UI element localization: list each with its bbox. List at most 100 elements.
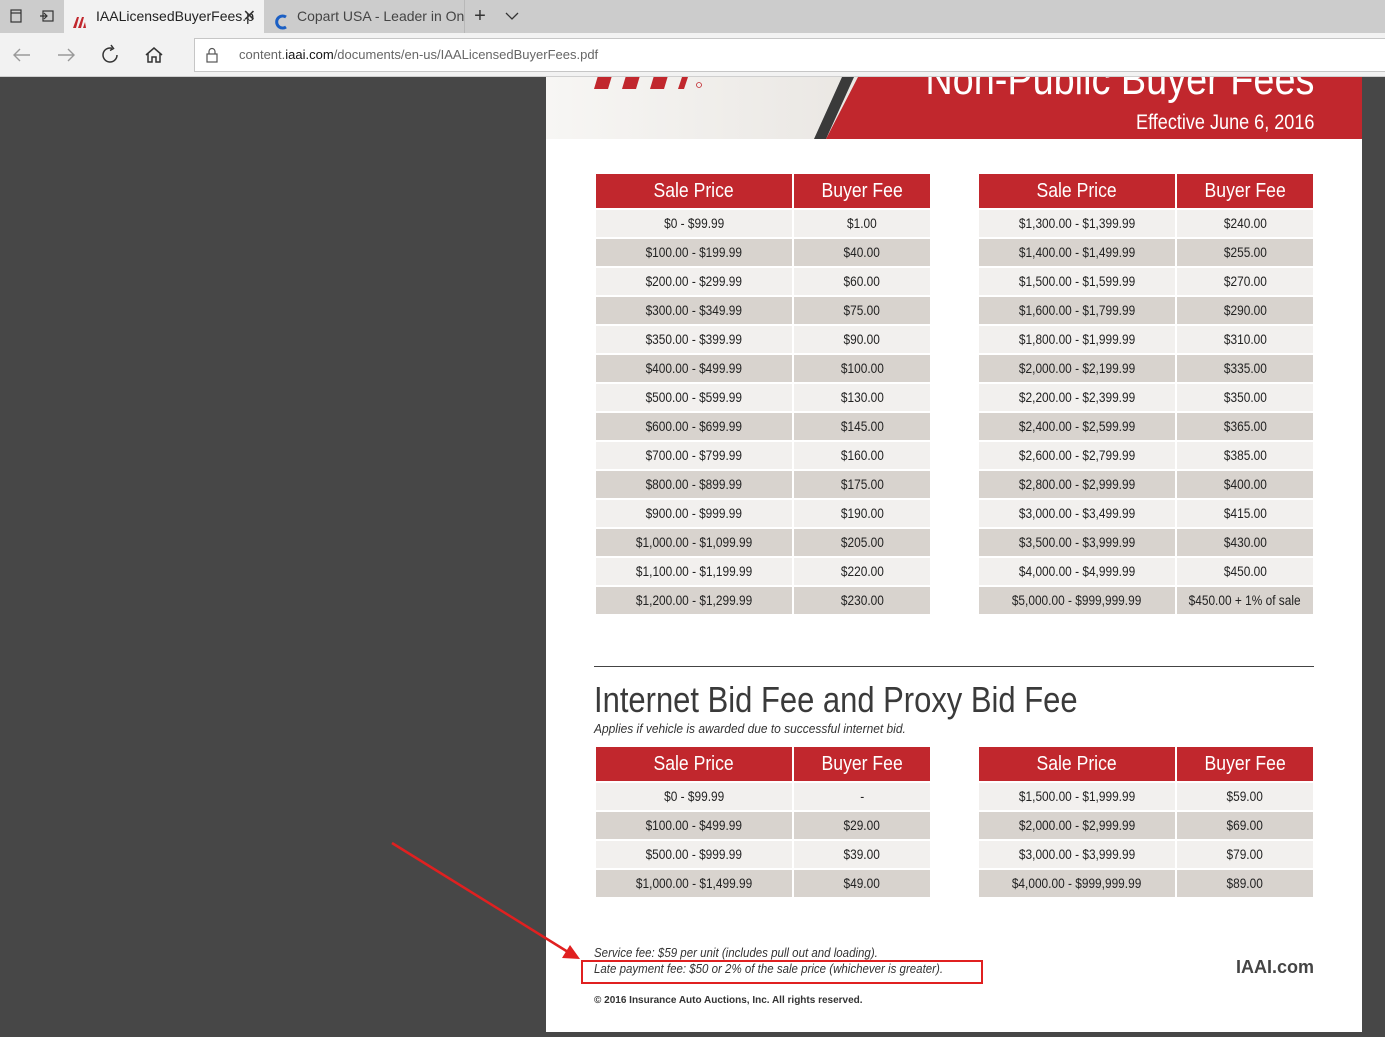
sale-price-cell: $2,400.00 - $2,599.99 (979, 413, 1175, 440)
buyer-fee-cell: $75.00 (794, 297, 930, 324)
sale-price-cell: $0 - $99.99 (596, 783, 792, 810)
table-row: $300.00 - $349.99 $75.00 (596, 297, 930, 324)
tab-copart[interactable]: Copart USA - Leader in Onli (265, 0, 464, 33)
sale-price-cell: $4,000.00 - $4,999.99 (979, 558, 1175, 585)
buyer-fee-cell: $385.00 (1177, 442, 1313, 469)
table-row: $2,800.00 - $2,999.99 $400.00 (979, 471, 1313, 498)
internet-fee-title: Internet Bid Fee and Proxy Bid Fee (594, 679, 1078, 720)
buyer-fee-cell: $205.00 (794, 529, 930, 556)
buyer-fee-cell: $230.00 (794, 587, 930, 614)
buyer-fee-cell: $145.00 (794, 413, 930, 440)
tab-manager-icon[interactable] (8, 8, 24, 24)
buyer-fee-cell: $39.00 (794, 841, 930, 868)
table-row: $600.00 - $699.99 $145.00 (596, 413, 930, 440)
tab-title: Copart USA - Leader in Onli (297, 8, 464, 24)
sale-price-cell: $2,000.00 - $2,999.99 (979, 812, 1175, 839)
pdf-page: Non-Public Buyer Fees Effective June 6, … (546, 77, 1362, 1032)
home-button[interactable] (142, 43, 166, 67)
sale-price-cell: $2,200.00 - $2,399.99 (979, 384, 1175, 411)
table-row: $100.00 - $199.99 $40.00 (596, 239, 930, 266)
table-row: $1,000.00 - $1,499.99 $49.00 (596, 870, 930, 897)
buyer-fee-cell: $400.00 (1177, 471, 1313, 498)
table-row: $5,000.00 - $999,999.99 $450.00 + 1% of s… (979, 587, 1313, 614)
url-input[interactable]: content.iaai.com/documents/en-us/IAALice… (194, 38, 1385, 72)
table-row: $0 - $99.99- (596, 783, 930, 810)
table-row: $0 - $99.99 $1.00 (596, 210, 930, 237)
back-button[interactable] (10, 43, 34, 67)
buyer-fee-cell: $335.00 (1177, 355, 1313, 382)
forward-button[interactable] (54, 43, 78, 67)
table-row: $2,600.00 - $2,799.99 $385.00 (979, 442, 1313, 469)
table-row: $350.00 - $399.99 $90.00 (596, 326, 930, 353)
pdf-viewer[interactable]: Non-Public Buyer Fees Effective June 6, … (0, 77, 1385, 1037)
buyer-fee-cell: $255.00 (1177, 239, 1313, 266)
refresh-button[interactable] (98, 43, 122, 67)
fee-banner: Non-Public Buyer Fees Effective June 6, … (546, 77, 1362, 139)
sale-price-cell: $200.00 - $299.99 (596, 268, 792, 295)
table-row: $1,500.00 - $1,999.99 $59.00 (979, 783, 1313, 810)
sale-price-cell: $1,100.00 - $1,199.99 (596, 558, 792, 585)
buyer-fee-cell: $49.00 (794, 870, 930, 897)
new-tab-button[interactable]: + (472, 6, 488, 26)
buyer-fee-cell: $175.00 (794, 471, 930, 498)
buyer-fee-cell: $60.00 (794, 268, 930, 295)
copart-favicon-icon (273, 9, 289, 30)
sale-price-cell: $1,000.00 - $1,499.99 (596, 870, 792, 897)
table-row: $800.00 - $899.99 $175.00 (596, 471, 930, 498)
table-row: $1,300.00 - $1,399.99 $240.00 (979, 210, 1313, 237)
header-sale-price: Sale Price (596, 747, 792, 781)
sale-price-cell: $300.00 - $349.99 (596, 297, 792, 324)
table-row: $2,400.00 - $2,599.99 $365.00 (979, 413, 1313, 440)
sale-price-cell: $100.00 - $199.99 (596, 239, 792, 266)
buyer-fee-cell: $415.00 (1177, 500, 1313, 527)
buyer-fee-cell: $240.00 (1177, 210, 1313, 237)
service-fee-note: Service fee: $59 per unit (includes pull… (594, 946, 878, 960)
table-row: $100.00 - $499.99 $29.00 (596, 812, 930, 839)
fee-table-left: Sale Price Buyer Fee $0 - $99.99 $1.00 $10… (594, 172, 932, 616)
table-row: $1,100.00 - $1,199.99 $220.00 (596, 558, 930, 585)
sale-price-cell: $3,500.00 - $3,999.99 (979, 529, 1175, 556)
table-row: $3,500.00 - $3,999.99 $430.00 (979, 529, 1313, 556)
tab-list-chevron-down-icon[interactable] (504, 8, 520, 24)
table-row: $500.00 - $599.99 $130.00 (596, 384, 930, 411)
header-buyer-fee: Buyer Fee (794, 747, 930, 781)
section-divider (594, 666, 1314, 667)
table-row: $1,600.00 - $1,799.99 $290.00 (979, 297, 1313, 324)
tab-separator (464, 0, 465, 33)
tab-iaa-buyer-fees[interactable]: IAALicensedBuyerFees.p ✕ (64, 0, 264, 33)
sale-price-cell: $1,600.00 - $1,799.99 (979, 297, 1175, 324)
sale-price-cell: $700.00 - $799.99 (596, 442, 792, 469)
copyright: © 2016 Insurance Auto Auctions, Inc. All… (594, 995, 863, 1006)
buyer-fee-cell: - (794, 783, 930, 810)
sale-price-cell: $600.00 - $699.99 (596, 413, 792, 440)
sale-price-cell: $1,300.00 - $1,399.99 (979, 210, 1175, 237)
header-sale-price: Sale Price (596, 174, 792, 208)
iaa-logo-icon (594, 77, 702, 89)
sale-price-cell: $1,000.00 - $1,099.99 (596, 529, 792, 556)
sale-price-cell: $5,000.00 - $999,999.99 (979, 587, 1175, 614)
banner-subtitle: Effective June 6, 2016 (1135, 111, 1314, 134)
buyer-fee-cell: $59.00 (1177, 783, 1313, 810)
buyer-fee-cell: $270.00 (1177, 268, 1313, 295)
table-row: $2,000.00 - $2,999.99 $69.00 (979, 812, 1313, 839)
highlight-box (581, 960, 983, 984)
sale-price-cell: $2,600.00 - $2,799.99 (979, 442, 1175, 469)
sale-price-cell: $900.00 - $999.99 (596, 500, 792, 527)
header-buyer-fee: Buyer Fee (794, 174, 930, 208)
close-tab-icon[interactable]: ✕ (243, 0, 256, 33)
sale-price-cell: $2,000.00 - $2,199.99 (979, 355, 1175, 382)
sale-price-cell: $1,500.00 - $1,599.99 (979, 268, 1175, 295)
buyer-fee-cell: $310.00 (1177, 326, 1313, 353)
table-row: $3,000.00 - $3,499.99 $415.00 (979, 500, 1313, 527)
buyer-fee-cell: $350.00 (1177, 384, 1313, 411)
table-row: $3,000.00 - $3,999.99 $79.00 (979, 841, 1313, 868)
buyer-fee-cell: $220.00 (794, 558, 930, 585)
table-row: $200.00 - $299.99 $60.00 (596, 268, 930, 295)
buyer-fee-cell: $365.00 (1177, 413, 1313, 440)
table-row: $1,200.00 - $1,299.99 $230.00 (596, 587, 930, 614)
buyer-fee-cell: $160.00 (794, 442, 930, 469)
set-tabs-aside-icon[interactable] (39, 8, 55, 24)
sale-price-cell: $100.00 - $499.99 (596, 812, 792, 839)
table-row: $1,500.00 - $1,599.99 $270.00 (979, 268, 1313, 295)
internet-fee-table-right: Sale Price Buyer Fee $1,500.00 - $1,999.… (977, 745, 1315, 899)
